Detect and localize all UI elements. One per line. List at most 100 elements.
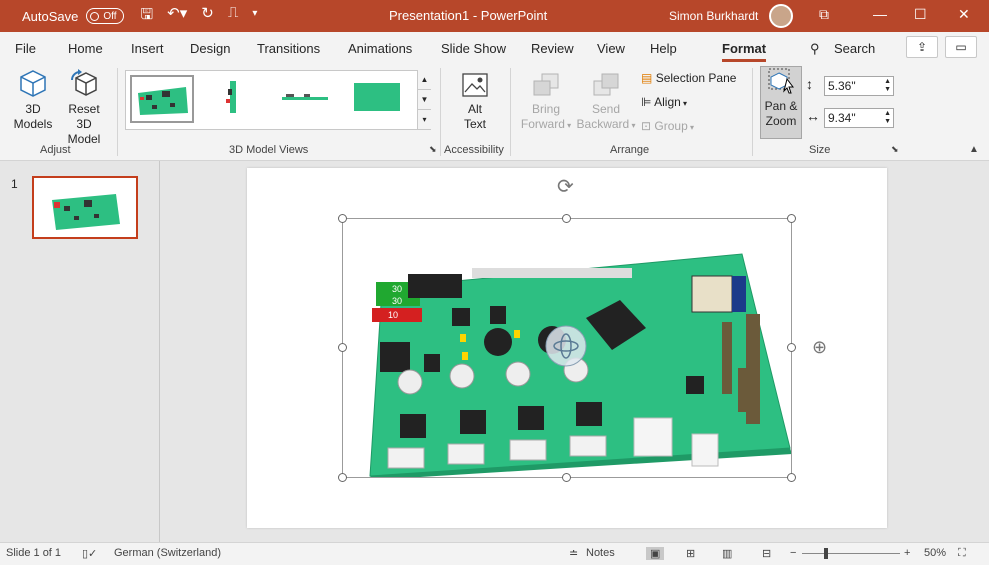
tab-file[interactable]: File: [15, 41, 36, 56]
arrange-group-label: Arrange: [610, 144, 650, 156]
size-launcher-icon[interactable]: ⬊: [891, 144, 899, 155]
close-icon[interactable]: ✕: [958, 6, 970, 23]
slide-sorter-icon[interactable]: ⊞: [686, 547, 695, 560]
tab-view[interactable]: View: [597, 41, 625, 56]
divider: [440, 68, 441, 156]
zoom-handle-icon[interactable]: ⊕: [812, 337, 827, 358]
zoom-slider-thumb[interactable]: [824, 548, 828, 559]
3d-models-top: 3D: [25, 102, 41, 116]
group-dropdown-icon: ▾: [687, 123, 695, 132]
reset-3d-model-button[interactable]: Reset 3D Model: [60, 68, 108, 147]
quick-access-toolbar: 🖫 ↶▾ ↻ ⎍ ▾: [140, 4, 257, 29]
alt-text-button[interactable]: Alt Text: [452, 72, 498, 132]
autosave-toggle[interactable]: Off: [86, 8, 125, 24]
group-button[interactable]: ⊡ Group ▾: [641, 119, 694, 135]
reading-view-icon[interactable]: ▥: [722, 547, 732, 560]
ribbon-display-icon[interactable]: ⧉: [819, 6, 829, 23]
3d-models-button[interactable]: 3D Models: [8, 68, 58, 132]
rotate-handle-icon[interactable]: ⟳: [557, 174, 574, 199]
tab-animations[interactable]: Animations: [348, 41, 412, 56]
view-thumb-1[interactable]: [130, 75, 194, 123]
avatar[interactable]: [769, 4, 793, 28]
language-indicator[interactable]: German (Switzerland): [114, 547, 221, 559]
slideshow-view-icon[interactable]: ⊟: [762, 547, 771, 560]
height-spinner[interactable]: ▲ ▼: [884, 78, 891, 94]
bring-sub: Forward: [520, 117, 565, 131]
search-icon[interactable]: ⚲: [810, 41, 820, 57]
tab-review[interactable]: Review: [531, 41, 574, 56]
tab-home[interactable]: Home: [68, 41, 103, 56]
undo-icon[interactable]: ↶▾: [167, 4, 187, 29]
divider: [117, 68, 118, 156]
bring-forward-button[interactable]: Bring Forward ▾: [518, 72, 574, 133]
zoom-out-icon[interactable]: −: [790, 547, 796, 559]
bring-forward-icon: [533, 73, 559, 96]
fit-to-window-icon[interactable]: ⛶: [958, 547, 966, 560]
width-field[interactable]: 9.34" ▲ ▼: [824, 108, 894, 128]
resize-handle-r[interactable]: [787, 343, 796, 352]
user-name[interactable]: Simon Burkhardt: [669, 9, 758, 23]
pan-top: Pan &: [764, 99, 798, 113]
tab-insert[interactable]: Insert: [131, 41, 164, 56]
notes-button[interactable]: Notes: [586, 547, 615, 559]
gallery-down-icon[interactable]: ▼: [418, 90, 431, 110]
pan-zoom-button[interactable]: Pan & Zoom: [760, 66, 802, 139]
zoom-level[interactable]: 50%: [924, 547, 946, 559]
view-thumb-2[interactable]: [202, 75, 266, 123]
send-backward-button[interactable]: Send Backward ▾: [576, 72, 636, 133]
redo-icon[interactable]: ↻: [201, 4, 214, 29]
height-field[interactable]: 5.36" ▲ ▼: [824, 76, 894, 96]
bring-top: Bring: [531, 102, 560, 116]
tab-help[interactable]: Help: [650, 41, 677, 56]
view-thumb-4[interactable]: [346, 75, 410, 123]
resize-handle-tl[interactable]: [338, 214, 347, 223]
width-value: 9.34": [828, 111, 856, 125]
3d-models-sub: Models: [13, 117, 53, 131]
resize-handle-l[interactable]: [338, 343, 347, 352]
slide-number: 1: [11, 177, 18, 191]
resize-handle-t[interactable]: [562, 214, 571, 223]
customize-qat-icon[interactable]: ▾: [252, 4, 257, 29]
pan-sub: Zoom: [765, 114, 797, 128]
notes-icon[interactable]: ≐: [569, 547, 578, 560]
selection-frame: [342, 218, 792, 478]
comments-icon[interactable]: ▭: [945, 36, 977, 58]
normal-view-icon[interactable]: ▣: [646, 547, 665, 560]
maximize-icon[interactable]: ☐: [914, 6, 927, 23]
views-group-label: 3D Model Views: [229, 144, 309, 156]
align-button[interactable]: ⊫ Align ▾: [641, 95, 687, 111]
adjust-group-label: Adjust: [40, 144, 71, 156]
tab-transitions[interactable]: Transitions: [257, 41, 320, 56]
status-bar: Slide 1 of 1 ▯✓ German (Switzerland) ≐ N…: [0, 542, 989, 565]
selection-pane-icon: ▤: [641, 71, 653, 85]
tab-design[interactable]: Design: [190, 41, 230, 56]
minimize-icon[interactable]: —: [873, 6, 887, 22]
collapse-ribbon-icon[interactable]: ▲: [969, 144, 979, 155]
gallery-up-icon[interactable]: ▲: [418, 70, 431, 90]
resize-handle-br[interactable]: [787, 473, 796, 482]
slide-thumbnail[interactable]: [32, 176, 138, 239]
views-launcher-icon[interactable]: ⬊: [429, 144, 437, 155]
zoom-slider[interactable]: [802, 553, 900, 554]
tab-slide-show[interactable]: Slide Show: [441, 41, 506, 56]
search-label[interactable]: Search: [834, 41, 875, 56]
resize-handle-tr[interactable]: [787, 214, 796, 223]
view-thumb-3[interactable]: [274, 75, 338, 123]
align-icon: ⊫: [641, 95, 652, 109]
share-icon[interactable]: ⇪: [906, 36, 938, 58]
selection-pane-button[interactable]: ▤ Selection Pane: [641, 71, 736, 86]
divider: [510, 68, 511, 156]
reset-cube-icon: [71, 69, 97, 96]
gallery-more-icon[interactable]: ▾: [418, 110, 431, 130]
tab-format[interactable]: Format: [722, 41, 767, 62]
width-spinner[interactable]: ▲ ▼: [884, 110, 891, 126]
zoom-in-icon[interactable]: +: [904, 547, 910, 559]
autosave-state: Off: [103, 10, 117, 22]
present-icon[interactable]: ⎍: [228, 4, 239, 29]
group-icon: ⊡: [641, 119, 652, 133]
resize-handle-b[interactable]: [562, 473, 571, 482]
resize-handle-bl[interactable]: [338, 473, 347, 482]
spellcheck-icon[interactable]: ▯✓: [82, 547, 97, 560]
reset-top: Reset 3D: [68, 102, 100, 131]
save-icon[interactable]: 🖫: [140, 4, 153, 29]
